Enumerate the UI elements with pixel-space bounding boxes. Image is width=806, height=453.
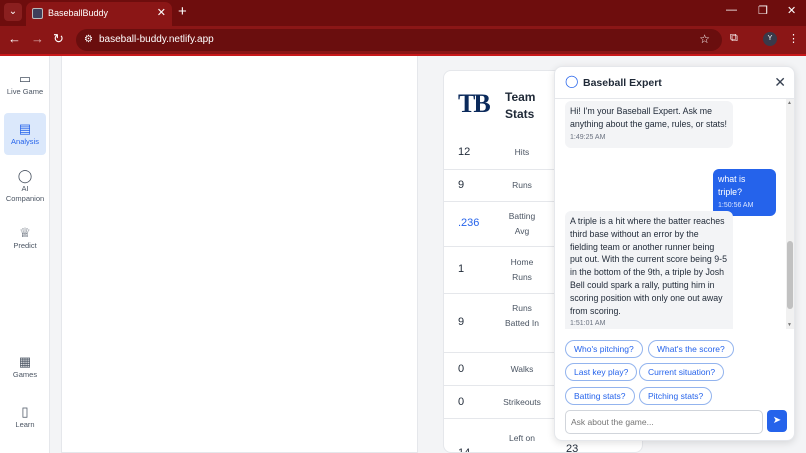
- app-sidebar: ▭ Live Game ▤ Analysis ◯ AI Companion ♕ …: [0, 56, 50, 453]
- message-time: 1:49:25 AM: [570, 133, 606, 141]
- scroll-up-icon[interactable]: ▲: [787, 100, 792, 106]
- stat-label: Home Runs: [510, 257, 534, 282]
- bot-message: A triple is a hit where the batter reach…: [565, 211, 733, 329]
- browser-tab-strip: ⌄ BaseballBuddy ✕ + — ❐ ✕: [0, 0, 806, 26]
- quick-reply-button[interactable]: Who's pitching?: [565, 340, 643, 358]
- stat-label: Strikeouts: [503, 397, 541, 407]
- stat-value: 9: [458, 316, 465, 328]
- message-text: Hi! I'm your Baseball Expert. Ask me any…: [570, 106, 727, 129]
- sidebar-item-label: Games: [12, 370, 38, 379]
- stat-value-away: 23: [566, 443, 579, 453]
- browser-toolbar: ← → ↻ ⚙ baseball-buddy.netlify.app ☆ ⧉ Y…: [0, 26, 806, 54]
- chart-icon: ▤: [18, 121, 32, 136]
- browser-tab[interactable]: BaseballBuddy ✕: [26, 2, 172, 26]
- extensions-icon[interactable]: ⧉: [730, 32, 738, 45]
- maximize-button[interactable]: ❐: [758, 4, 768, 17]
- sidebar-item-label: Live Game: [6, 87, 44, 96]
- stat-label: Runs: [512, 180, 532, 190]
- team-stats-title: Team Stats: [505, 90, 536, 121]
- chat-bubble-icon: ◯: [565, 74, 579, 88]
- baseball-expert-chat: ◯ Baseball Expert ✕ Hi! I'm your Basebal…: [554, 66, 795, 441]
- team-logo: TB: [458, 89, 491, 118]
- message-text: A triple is a hit where the batter reach…: [570, 216, 727, 316]
- site-info-icon[interactable]: ⚙: [84, 34, 93, 45]
- user-message: what is triple? 1:50:56 AM: [713, 169, 776, 217]
- stat-label: Left on: [509, 433, 535, 443]
- chat-input[interactable]: [566, 411, 762, 433]
- bot-message: Hi! I'm your Baseball Expert. Ask me any…: [565, 101, 733, 149]
- stat-value: 12: [458, 146, 471, 158]
- favicon-icon: [32, 8, 43, 19]
- back-button[interactable]: ←: [8, 31, 21, 47]
- chat-bubble-icon: ◯: [17, 168, 33, 183]
- profile-avatar[interactable]: Y: [763, 32, 777, 46]
- stat-label: Batting Avg: [508, 211, 536, 236]
- quick-reply-button[interactable]: Pitching stats?: [639, 387, 713, 405]
- chat-header: ◯ Baseball Expert ✕: [555, 67, 794, 99]
- sidebar-item-label: Analysis: [11, 137, 39, 146]
- stat-value: 14: [458, 447, 471, 453]
- message-text: what is triple?: [718, 174, 746, 197]
- quick-reply-button[interactable]: Batting stats?: [565, 387, 635, 405]
- sidebar-item-ai-companion[interactable]: ◯ AI Companion: [4, 168, 46, 208]
- send-button[interactable]: ➤: [767, 410, 787, 432]
- tab-close-icon[interactable]: ✕: [157, 6, 166, 19]
- sidebar-item-games[interactable]: ▦ Games: [4, 354, 46, 384]
- address-bar[interactable]: ⚙ baseball-buddy.netlify.app ☆: [76, 29, 722, 51]
- browser-menu-icon[interactable]: ⋮: [788, 32, 799, 45]
- quick-reply-button[interactable]: Last key play?: [565, 363, 638, 381]
- minimize-button[interactable]: —: [726, 4, 737, 16]
- forward-button[interactable]: →: [31, 31, 44, 47]
- message-time: 1:51:01 AM: [570, 320, 606, 328]
- bookmark-star-icon[interactable]: ☆: [699, 32, 710, 46]
- stat-value: 9: [458, 179, 465, 191]
- chat-scrollbar[interactable]: ▲ ▼: [786, 99, 794, 329]
- stat-value: 0: [458, 396, 465, 408]
- stat-label: Runs Batted In: [504, 303, 540, 328]
- new-tab-button[interactable]: +: [178, 3, 187, 21]
- video-icon: ▭: [18, 71, 32, 86]
- sidebar-item-label: AI Companion: [5, 184, 45, 203]
- tab-title: BaseballBuddy: [48, 8, 109, 18]
- close-window-button[interactable]: ✕: [787, 4, 796, 17]
- calendar-icon: ▦: [18, 354, 32, 369]
- sidebar-item-predict[interactable]: ♕ Predict: [4, 225, 46, 255]
- analysis-panel: [61, 56, 418, 453]
- close-icon[interactable]: ✕: [774, 74, 786, 91]
- sidebar-item-label: Learn: [15, 420, 35, 429]
- chat-input-wrapper: [565, 410, 763, 434]
- quick-reply-button[interactable]: What's the score?: [648, 340, 734, 358]
- sidebar-item-label: Predict: [13, 241, 37, 250]
- trophy-icon: ♕: [19, 225, 31, 240]
- send-icon: ➤: [772, 415, 782, 426]
- sidebar-item-live-game[interactable]: ▭ Live Game: [4, 71, 46, 103]
- url-text: baseball-buddy.netlify.app: [99, 34, 214, 45]
- tab-search-button[interactable]: ⌄: [4, 3, 22, 21]
- chat-messages[interactable]: Hi! I'm your Baseball Expert. Ask me any…: [555, 99, 794, 329]
- quick-reply-button[interactable]: Current situation?: [639, 363, 725, 381]
- reload-button[interactable]: ↻: [53, 31, 64, 47]
- stat-label: Walks: [510, 364, 534, 374]
- stat-value: 0: [458, 363, 465, 375]
- stat-value: 1: [458, 263, 465, 275]
- scroll-thumb[interactable]: [787, 241, 793, 309]
- scroll-down-icon[interactable]: ▼: [787, 322, 792, 328]
- chat-title: Baseball Expert: [583, 77, 662, 89]
- sidebar-item-learn[interactable]: ▯ Learn: [4, 404, 46, 434]
- sidebar-item-analysis[interactable]: ▤ Analysis: [4, 113, 46, 155]
- stat-value: .236: [458, 217, 480, 229]
- book-icon: ▯: [21, 404, 29, 419]
- stat-label: Hits: [514, 147, 530, 157]
